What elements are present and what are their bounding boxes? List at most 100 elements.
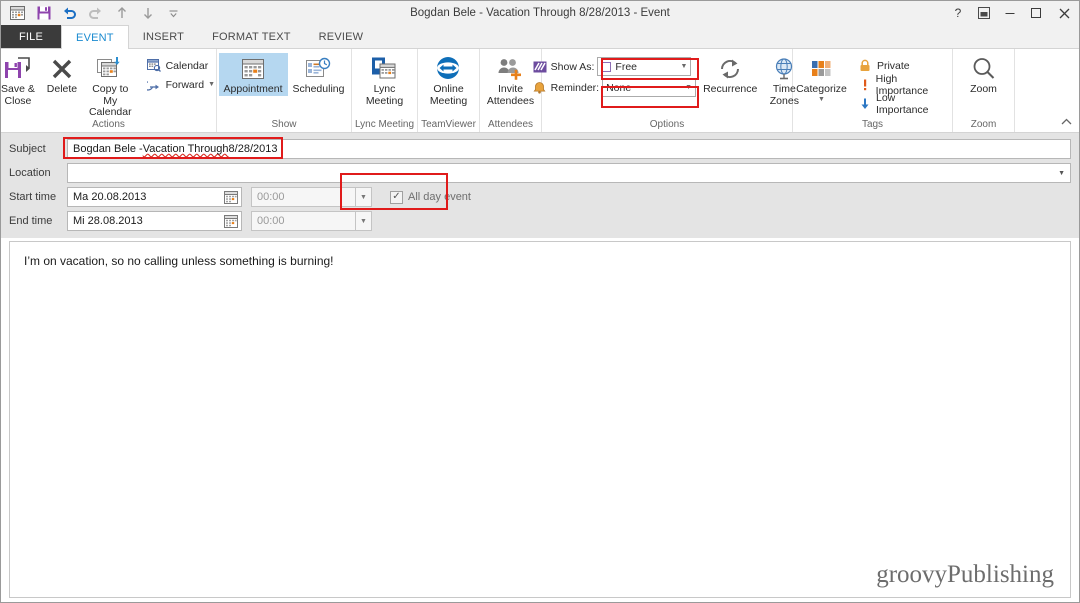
lync-label-line1: Lync	[373, 83, 396, 95]
end-time-input[interactable]: 00:00	[251, 211, 356, 231]
zoom-button[interactable]: Zoom	[962, 53, 1006, 96]
lock-icon	[858, 59, 873, 72]
outlook-event-window: Bogdan Bele - Vacation Through 8/28/2013…	[0, 0, 1080, 603]
online-meeting-label-line1: Online	[433, 83, 464, 95]
end-time-caret-icon[interactable]: ▼	[356, 211, 372, 231]
ribbon-tabs: FILE EVENT INSERT FORMAT TEXT REVIEW	[1, 25, 1079, 49]
end-date-input[interactable]: Mi 28.08.2013	[67, 211, 242, 231]
copy-label-line2: Calendar	[88, 106, 132, 118]
customize-quick-access-icon[interactable]	[165, 5, 182, 22]
delete-icon	[50, 55, 74, 83]
start-date-input[interactable]: Ma 20.08.2013	[67, 187, 242, 207]
start-time-label: Start time	[9, 191, 57, 203]
undo-icon[interactable]	[61, 5, 78, 22]
save-and-close-label-line1: Save &	[1, 83, 35, 95]
ribbon-options-icon[interactable]	[971, 1, 997, 25]
watermark: groovyPublishing	[876, 561, 1054, 588]
tab-event[interactable]: EVENT	[61, 25, 129, 49]
collapse-ribbon-icon[interactable]	[1060, 117, 1073, 130]
online-meeting-button[interactable]: Online Meeting	[425, 53, 472, 107]
reminder-dropdown[interactable]: None ▼	[602, 78, 697, 97]
end-time-row: End time Mi 28.08.2013 00:00 ▼	[9, 210, 1071, 232]
subject-input[interactable]: Bogdan Bele - Vacation Through 8/28/2013	[67, 139, 1071, 159]
end-date-value: Mi 28.08.2013	[73, 215, 143, 227]
group-label-tags: Tags	[861, 119, 884, 130]
location-caret-icon[interactable]: ▼	[1058, 170, 1065, 177]
subject-label: Subject	[9, 143, 46, 155]
all-day-event-checkmark-icon: ✓	[390, 190, 403, 204]
teamviewer-icon	[435, 55, 461, 83]
tab-file[interactable]: FILE	[1, 25, 62, 48]
appointment-button[interactable]: Appointment	[218, 53, 288, 96]
start-date-value: Ma 20.08.2013	[73, 191, 147, 203]
event-body[interactable]: I’m on vacation, so no calling unless so…	[9, 241, 1071, 598]
location-input[interactable]: ▼	[67, 163, 1071, 183]
show-as-value: Free	[615, 60, 638, 73]
low-importance-icon	[858, 97, 872, 110]
next-item-icon[interactable]	[139, 5, 156, 22]
online-meeting-label-line2: Meeting	[429, 94, 468, 107]
recurrence-button[interactable]: Recurrence	[698, 53, 762, 96]
lync-label-line2: Meeting	[365, 94, 404, 107]
ribbon-group-tags: Categorize ▼ Private High Importance Low…	[793, 49, 953, 132]
tab-format-text[interactable]: FORMAT TEXT	[198, 25, 305, 48]
save-and-close-button[interactable]: Save & Close	[0, 53, 40, 107]
group-label-actions: Actions	[92, 119, 125, 130]
start-time-row: Start time Ma 20.08.2013 00:00 ▼ ✓ All d…	[9, 186, 1071, 208]
appointment-label: Appointment	[223, 83, 283, 95]
show-as-icon	[532, 61, 548, 73]
start-date-picker-icon[interactable]	[224, 190, 238, 204]
show-as-label: Show As:	[550, 60, 595, 73]
show-as-caret-icon[interactable]: ▼	[678, 63, 687, 70]
maximize-icon[interactable]	[1023, 1, 1049, 25]
location-row: Location ▼	[9, 162, 1071, 184]
scheduling-label: Scheduling	[292, 83, 345, 95]
tab-insert[interactable]: INSERT	[129, 25, 198, 48]
lync-meeting-button[interactable]: Lync Meeting	[361, 53, 408, 107]
copy-to-my-calendar-button[interactable]: Copy to My Calendar	[84, 53, 137, 119]
calendar-icon[interactable]	[9, 5, 26, 22]
group-label-show: Show	[271, 119, 297, 130]
reminder-label: Reminder:	[550, 81, 600, 94]
ribbon-group-zoom: Zoom Zoom	[953, 49, 1015, 132]
start-time-caret-icon[interactable]: ▼	[356, 187, 372, 207]
delete-button[interactable]: Delete	[40, 53, 84, 96]
quick-access-toolbar	[1, 5, 182, 22]
show-as-row: Show As: Free ▼	[532, 56, 696, 77]
ribbon-group-options: Show As: Free ▼ Reminder: None ▼ Recurre…	[533, 49, 799, 132]
categorize-caret-icon[interactable]: ▼	[818, 96, 825, 103]
copy-label-line1: Copy to My	[92, 83, 129, 107]
forward-caret-icon[interactable]: ▼	[208, 81, 215, 88]
high-importance-icon	[858, 78, 872, 91]
low-importance-button[interactable]: Low Importance	[854, 91, 952, 116]
ribbon-group-actions: Save & Close Delete Copy to My Calendar …	[1, 49, 217, 132]
categorize-button[interactable]: Categorize ▼	[793, 53, 850, 103]
start-time-input[interactable]: 00:00	[251, 187, 356, 207]
all-day-event-label: All day event	[408, 191, 471, 203]
categorize-label: Categorize	[796, 83, 847, 95]
minimize-icon[interactable]	[997, 1, 1023, 25]
scheduling-button[interactable]: Scheduling	[288, 53, 350, 96]
end-date-picker-icon[interactable]	[224, 214, 238, 228]
invite-attendees-icon	[496, 55, 524, 83]
save-icon[interactable]	[35, 5, 52, 22]
low-importance-label: Low Importance	[876, 91, 929, 116]
help-icon[interactable]: ?	[945, 1, 971, 25]
redo-icon	[87, 5, 104, 22]
calendar-small-icon	[147, 59, 162, 72]
subject-value-misspelled: Vacation Through	[142, 143, 229, 155]
calendar-button[interactable]: Calendar	[143, 56, 221, 75]
previous-item-icon[interactable]	[113, 5, 130, 22]
forward-button[interactable]: Forward ▼	[143, 75, 221, 94]
tab-review[interactable]: REVIEW	[305, 25, 378, 48]
title-bar: Bogdan Bele - Vacation Through 8/28/2013…	[1, 1, 1079, 25]
all-day-event-checkbox[interactable]: ✓ All day event	[390, 190, 471, 204]
group-label-teamviewer: TeamViewer	[421, 119, 476, 130]
subject-value-suffix: 8/28/2013	[228, 143, 278, 155]
categorize-icon	[808, 55, 834, 83]
show-as-dropdown[interactable]: Free ▼	[597, 57, 692, 76]
subject-value-prefix: Bogdan Bele -	[73, 143, 143, 155]
close-icon[interactable]	[1049, 1, 1079, 25]
reminder-caret-icon[interactable]: ▼	[683, 84, 692, 91]
forward-icon	[146, 78, 162, 91]
